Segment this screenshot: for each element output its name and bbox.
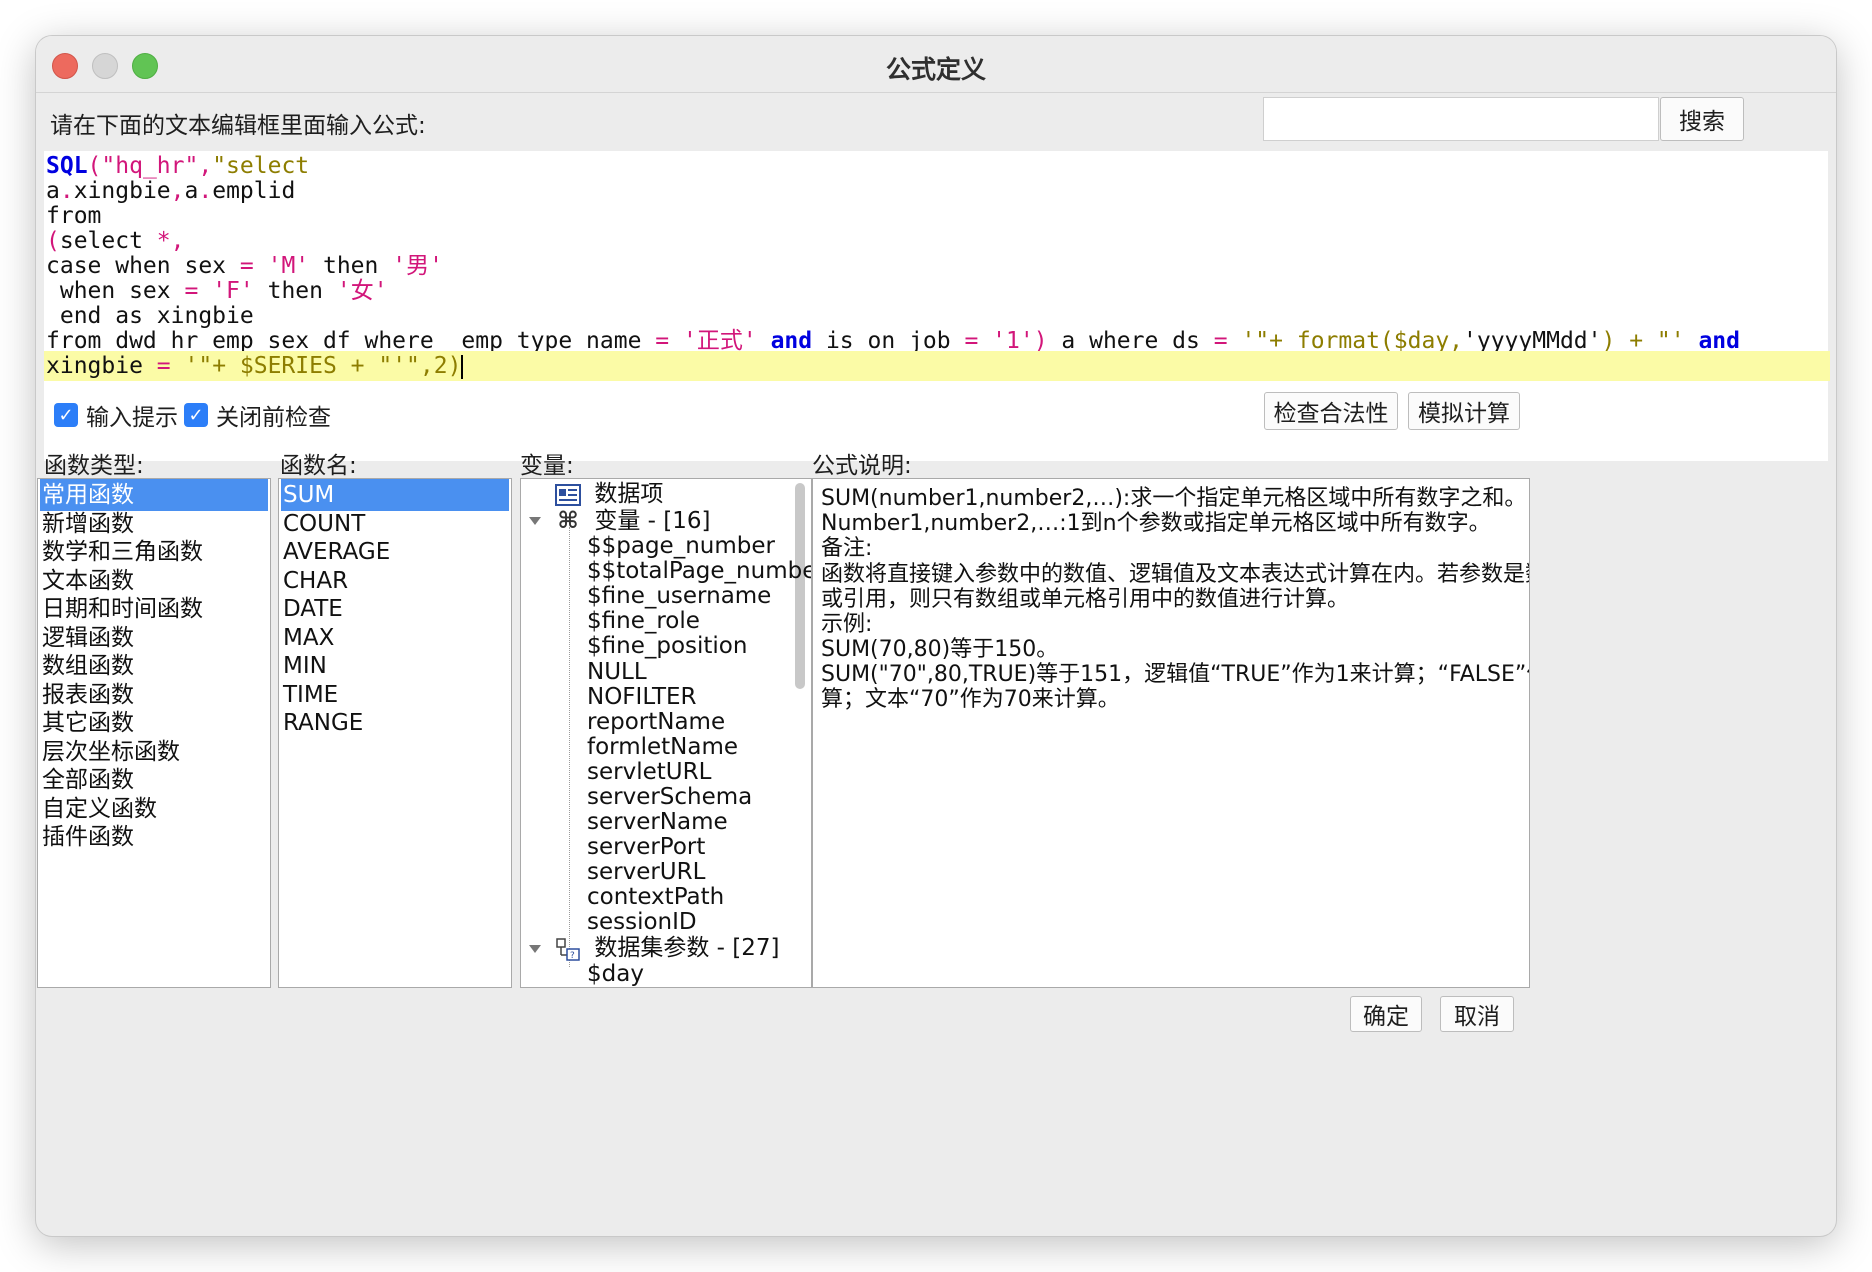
func-type-header: 函数类型: xyxy=(44,453,144,479)
formula-description: SUM(number1,number2,…):求一个指定单元格区域中所有数字之和… xyxy=(812,478,1530,988)
check-before-close-label: 关闭前检查 xyxy=(216,405,331,431)
description-line: 算；文本“70”作为70来计算。 xyxy=(821,687,1120,712)
func-name-list[interactable]: SUM COUNT AVERAGE CHAR DATE MAX MIN TIME… xyxy=(278,478,512,988)
code-line-current: xingbie = '"+ $SERIES + "'",2) xyxy=(44,351,1830,381)
description-line: SUM(number1,number2,…):求一个指定单元格区域中所有数字之和… xyxy=(821,486,1527,511)
description-header: 公式说明: xyxy=(812,453,912,479)
list-item[interactable]: 常用函数 xyxy=(40,479,268,511)
formula-dialog: 公式定义 请在下面的文本编辑框里面输入公式: 搜索 SQL("hq_hr","s… xyxy=(36,36,1836,1236)
input-hint-label: 输入提示 xyxy=(86,405,178,431)
list-item[interactable]: MIN xyxy=(281,650,509,682)
text-caret xyxy=(461,354,464,379)
title-bar[interactable]: 公式定义 xyxy=(36,36,1836,93)
list-item[interactable]: 插件函数 xyxy=(40,821,268,853)
variables-tree[interactable]: 数据项 ⌘ 变量 - [16] $$page_number $$totalPag… xyxy=(520,478,812,988)
window-title: 公式定义 xyxy=(885,55,986,84)
list-item[interactable]: RANGE xyxy=(281,707,509,739)
dataset-param-icon: ? xyxy=(556,937,580,961)
list-item[interactable]: 数组函数 xyxy=(40,650,268,682)
checkmark-icon: ✓ xyxy=(184,403,208,427)
func-name-header: 函数名: xyxy=(280,453,357,479)
description-line: SUM("70",80,TRUE)等于151，逻辑值“TRUE”作为1来计算；“… xyxy=(821,662,1530,687)
description-line: 示例: xyxy=(821,612,873,637)
tree-node-data-item[interactable]: 数据项 xyxy=(555,479,663,509)
description-line: SUM(70,80)等于150。 xyxy=(821,637,1059,662)
cancel-button[interactable]: 取消 xyxy=(1440,996,1514,1032)
list-item[interactable]: SUM xyxy=(281,479,509,511)
input-hint-checkbox[interactable]: ✓ 输入提示 xyxy=(54,398,178,432)
list-item[interactable]: 日期和时间函数 xyxy=(40,593,268,625)
list-item[interactable]: DATE xyxy=(281,593,509,625)
data-item-icon xyxy=(555,483,581,506)
expand-arrow-icon[interactable] xyxy=(529,517,541,525)
description-line: 函数将直接键入参数中的数值、逻辑值及文本表达式计算在内。若参数是数组 xyxy=(821,562,1530,587)
check-before-close-checkbox[interactable]: ✓ 关闭前检查 xyxy=(184,398,331,432)
list-item[interactable]: 其它函数 xyxy=(40,707,268,739)
svg-text:?: ? xyxy=(570,951,575,961)
validate-button[interactable]: 检查合法性 xyxy=(1264,392,1398,430)
formula-prompt-label: 请在下面的文本编辑框里面输入公式: xyxy=(50,113,426,139)
scrollbar-thumb[interactable] xyxy=(795,483,805,689)
description-line: 备注: xyxy=(821,536,873,561)
search-input[interactable] xyxy=(1263,97,1659,141)
search-button[interactable]: 搜索 xyxy=(1660,97,1744,141)
list-item[interactable]: 数学和三角函数 xyxy=(40,536,268,568)
func-type-list[interactable]: 常用函数 新增函数 数学和三角函数 文本函数 日期和时间函数 逻辑函数 数组函数… xyxy=(37,478,271,988)
description-line: 或引用，则只有数组或单元格引用中的数值进行计算。 xyxy=(821,587,1350,612)
variables-header: 变量: xyxy=(520,453,574,479)
description-line: Number1,number2,…:1到n个参数或指定单元格区域中所有数字。 xyxy=(821,511,1491,536)
expand-arrow-icon[interactable] xyxy=(529,945,541,953)
variable-group-icon: ⌘ xyxy=(557,508,579,534)
list-item[interactable]: AVERAGE xyxy=(281,536,509,568)
tree-node-label: 数据集参数 - [27] xyxy=(594,935,780,961)
tree-guide-line xyxy=(569,527,570,967)
checkmark-icon: ✓ xyxy=(54,403,78,427)
list-item[interactable]: 全部函数 xyxy=(40,764,268,796)
tree-leaf[interactable]: $day xyxy=(587,959,644,987)
tree-node-label: 数据项 xyxy=(594,481,664,507)
simulate-button[interactable]: 模拟计算 xyxy=(1408,392,1520,430)
ok-button[interactable]: 确定 xyxy=(1350,996,1422,1032)
